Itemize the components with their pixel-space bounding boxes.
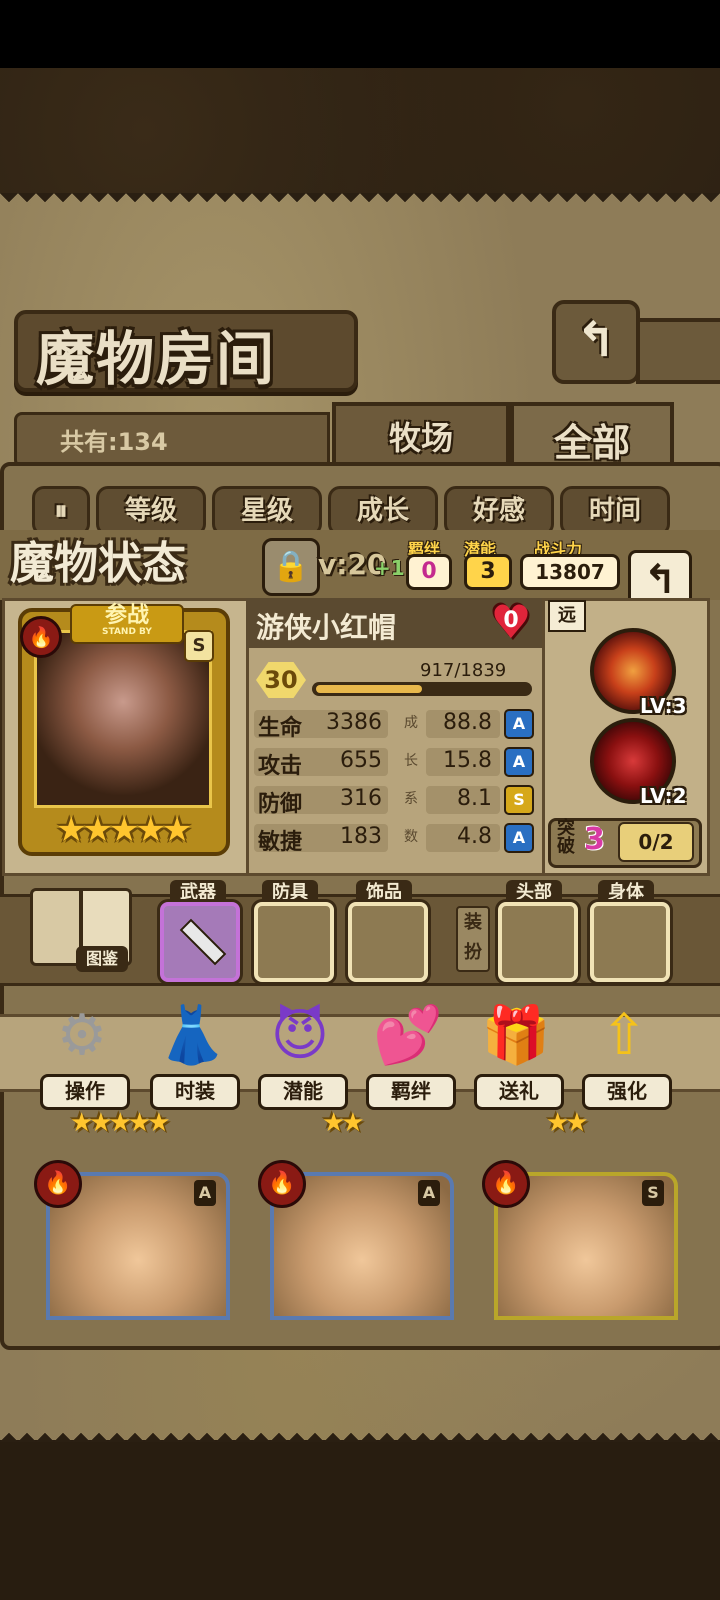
action-button-5[interactable]: 强化 [582, 1074, 672, 1110]
affection-value: 0 [503, 608, 519, 633]
grid-rank-badge: S [642, 1180, 664, 1206]
pause-icon: ⏸ [54, 496, 68, 526]
fire-element-icon: 🔥 [20, 616, 62, 658]
breakthrough-count: 3 [584, 822, 605, 857]
growth-label-char: 长 [404, 753, 418, 769]
page-title: 魔物房间 [36, 325, 277, 393]
stand-by-title: 参战 [104, 603, 149, 628]
fire-element-icon: 🔥 [34, 1160, 82, 1208]
growth-grade-badge: A [504, 709, 534, 739]
grid-star-rating: ★★ [546, 1108, 589, 1138]
encyclopedia-label[interactable]: 图鉴 [76, 946, 128, 972]
zigzag-edge-top [0, 193, 720, 211]
stand-by-badge: 参战 STAND BY [70, 604, 184, 644]
monster-name: 游侠小红帽 [256, 611, 397, 644]
potential-value: 3 [464, 554, 512, 590]
back-arrow-icon: ↰ [575, 312, 617, 368]
dress-up-label: 装扮 [456, 906, 490, 972]
range-tag: 远 [548, 600, 586, 632]
zigzag-edge-bottom [0, 1424, 720, 1442]
action-button-1[interactable]: 时装 [150, 1074, 240, 1110]
sort-growth-button[interactable]: 成长 [328, 486, 438, 536]
star-rating: ★★★★★ [56, 810, 192, 850]
back-button-extension [636, 318, 720, 384]
slot-armor[interactable] [254, 902, 334, 982]
action-icon-1[interactable]: 👗 [150, 998, 234, 1074]
sort-star-button[interactable]: 星级 [212, 486, 322, 536]
sort-affection-button[interactable]: 好感 [444, 486, 554, 536]
action-button-2[interactable]: 潜能 [258, 1074, 348, 1110]
action-button-4[interactable]: 送礼 [474, 1074, 564, 1110]
action-icon-3[interactable]: 💕 [366, 998, 450, 1074]
slot-head[interactable] [498, 902, 578, 982]
action-icon-2[interactable]: 😈 [258, 998, 342, 1074]
skill-level: LV:3 [640, 694, 687, 718]
monster-count: 共有:134 [60, 428, 168, 456]
breakthrough-label: 突破 [557, 818, 575, 857]
bond-value: 0 [406, 554, 452, 590]
grid-star-rating: ★★★★★ [70, 1108, 171, 1138]
stat-value: 3386 [326, 710, 382, 735]
slot-accessory[interactable] [348, 902, 428, 982]
growth-value: 15.8 [443, 748, 492, 773]
grid-rank-badge: A [194, 1180, 216, 1206]
status-bar [0, 0, 720, 68]
stand-by-sub: STAND BY [102, 627, 152, 637]
growth-label-char: 成 [404, 715, 418, 731]
exp-bar-fill [316, 685, 422, 693]
action-button-3[interactable]: 羁绊 [366, 1074, 456, 1110]
slot-body[interactable] [590, 902, 670, 982]
stat-value: 655 [340, 748, 382, 773]
growth-value: 88.8 [443, 710, 492, 735]
slot-weapon[interactable] [160, 902, 240, 982]
action-icon-5[interactable]: ⇧ [582, 998, 666, 1074]
level-plus: +1 [374, 556, 405, 580]
growth-grade-badge: A [504, 823, 534, 853]
status-title: 魔物状态 [10, 538, 186, 589]
breakthrough-progress[interactable]: 0/2 [618, 822, 694, 862]
grid-star-rating: ★★ [322, 1108, 365, 1138]
skill-level: LV:2 [640, 784, 687, 808]
bottom-background [0, 1440, 720, 1600]
grid-rank-badge: A [418, 1180, 440, 1206]
action-button-0[interactable]: 操作 [40, 1074, 130, 1110]
stat-value: 183 [340, 824, 382, 849]
action-icon-0[interactable]: ⚙ [40, 998, 124, 1074]
growth-value: 4.8 [457, 824, 492, 849]
action-icon-4[interactable]: 🎁 [474, 998, 558, 1074]
exp-text: 917/1839 [420, 660, 507, 681]
growth-value: 8.1 [457, 786, 492, 811]
fire-element-icon: 🔥 [482, 1160, 530, 1208]
fire-element-icon: 🔥 [258, 1160, 306, 1208]
power-value: 13807 [520, 554, 620, 590]
growth-grade-badge: A [504, 747, 534, 777]
top-background [0, 68, 720, 193]
rank-badge: S [184, 630, 214, 662]
sort-time-button[interactable]: 时间 [560, 486, 670, 536]
growth-label-char: 系 [404, 791, 418, 807]
lock-button[interactable]: 🔒 [262, 538, 320, 596]
wrench-icon [179, 918, 227, 966]
stat-value: 316 [340, 786, 382, 811]
back-arrow-icon: ↰ [643, 557, 677, 603]
lock-icon: 🔒 [272, 549, 310, 584]
growth-label-char: 数 [404, 829, 418, 845]
growth-grade-badge: S [504, 785, 534, 815]
back-button[interactable]: ↰ [552, 300, 640, 384]
